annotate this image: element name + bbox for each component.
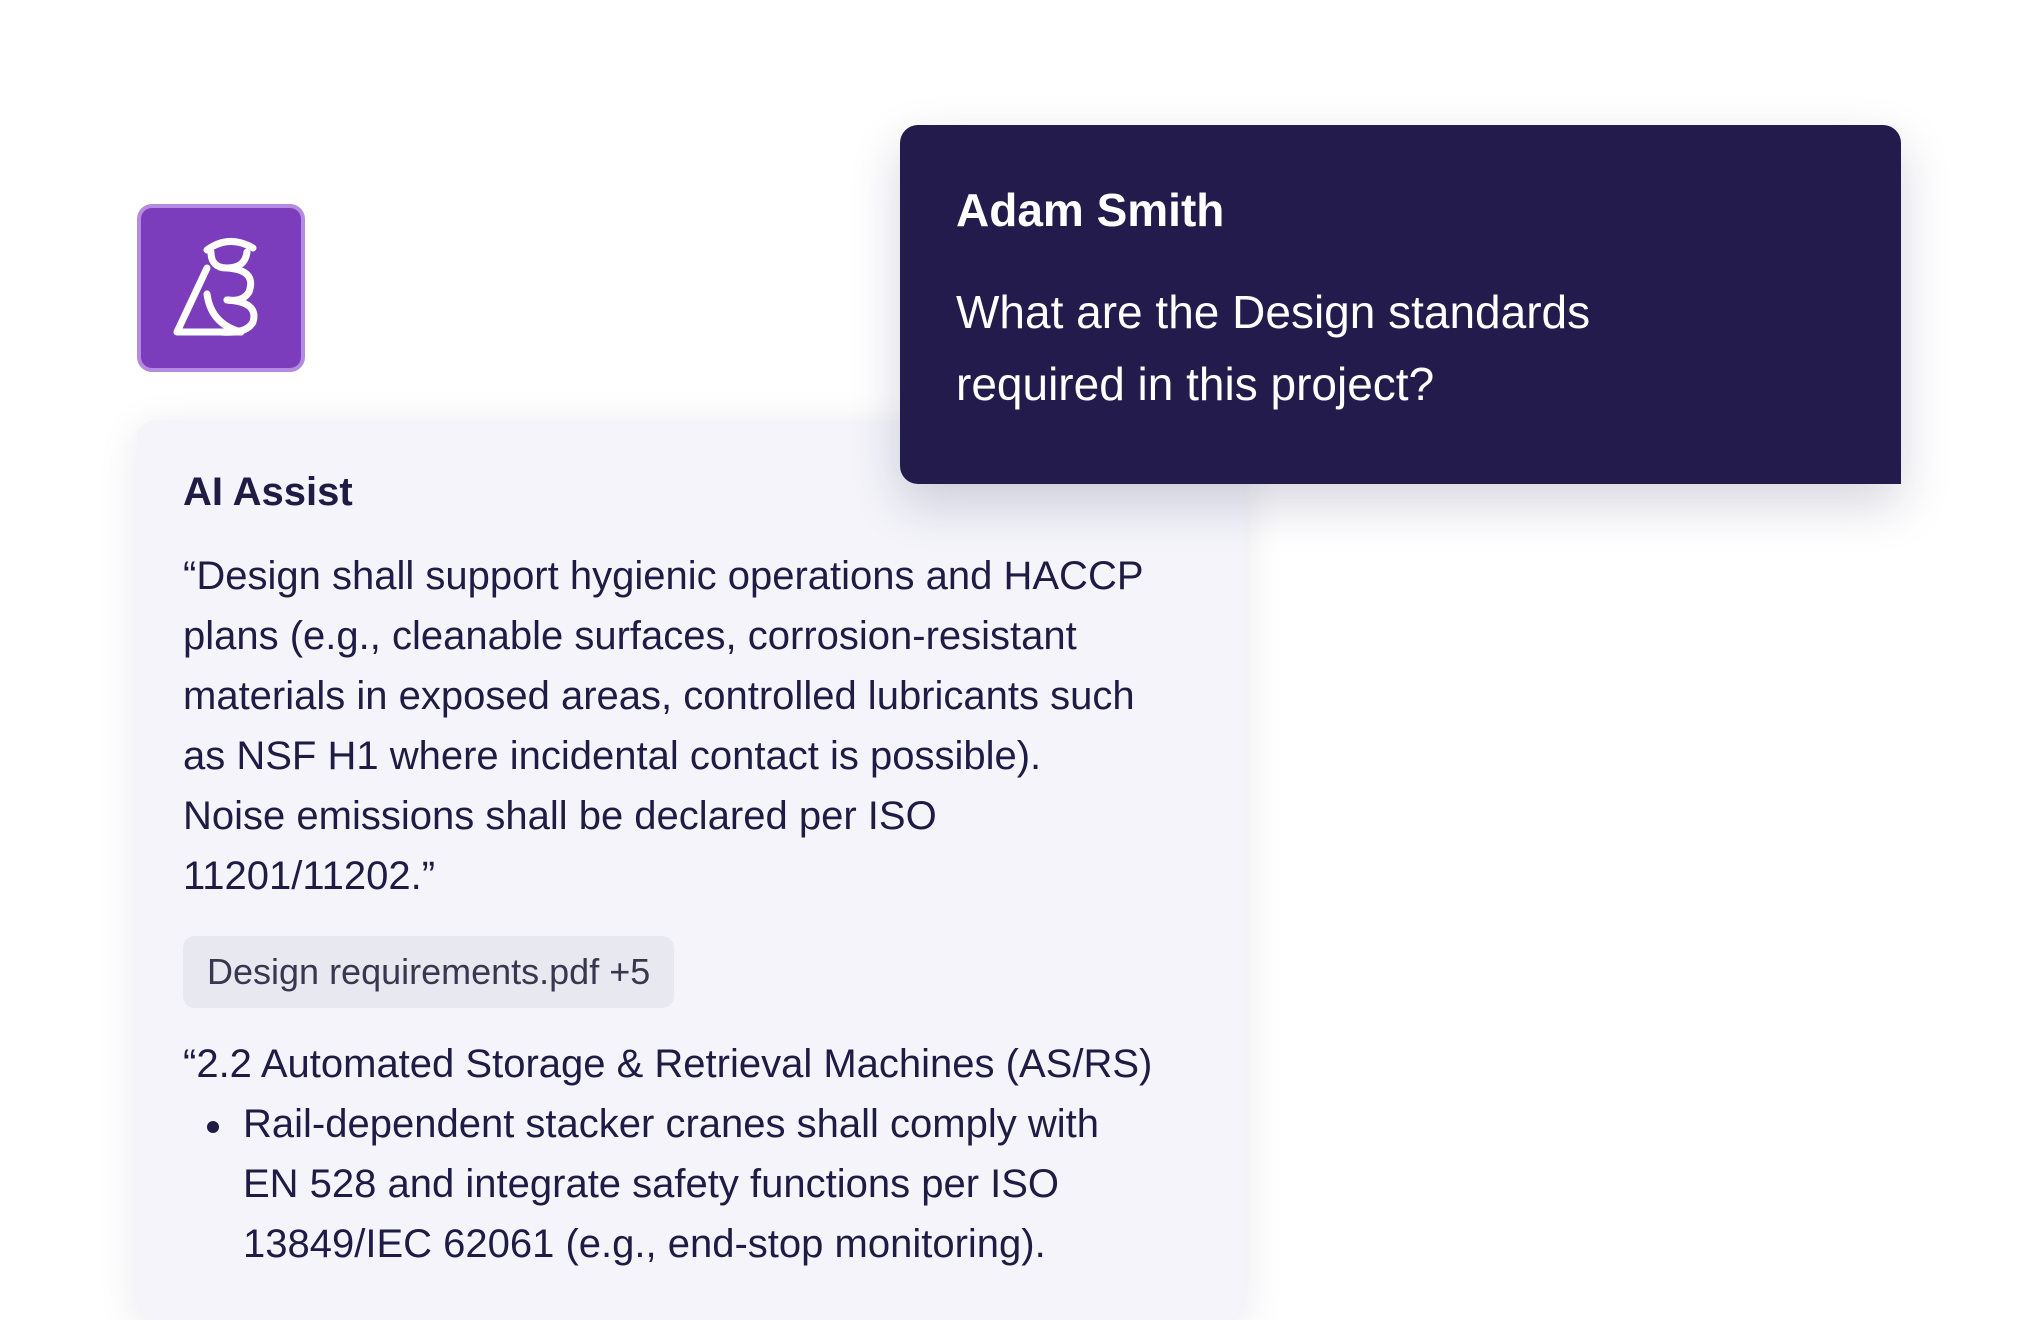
message-author: Adam Smith — [956, 184, 1225, 236]
user-message-card: Adam Smith What are the Design standards… — [900, 125, 1901, 484]
assist-section-heading: “2.2 Automated Storage & Retrieval Machi… — [183, 1042, 1153, 1086]
bullet-text: Rail-dependent stacker cranes shall comp… — [243, 1102, 1099, 1266]
assist-bullet-list: Rail-dependent stacker cranes shall comp… — [183, 1094, 1199, 1274]
bullet-dot-icon — [207, 1121, 219, 1133]
source-chip[interactable]: Design requirements.pdf +5 — [183, 936, 675, 1008]
message-text: What are the Design standards required i… — [956, 286, 1591, 411]
assist-quote: “Design shall support hygienic operation… — [183, 554, 1144, 898]
list-item: Rail-dependent stacker cranes shall comp… — [183, 1094, 1199, 1274]
owl-logo-icon — [173, 238, 258, 336]
app-logo — [137, 204, 305, 372]
ai-assist-card: AI Assist “Design shall support hygienic… — [137, 420, 1245, 1320]
